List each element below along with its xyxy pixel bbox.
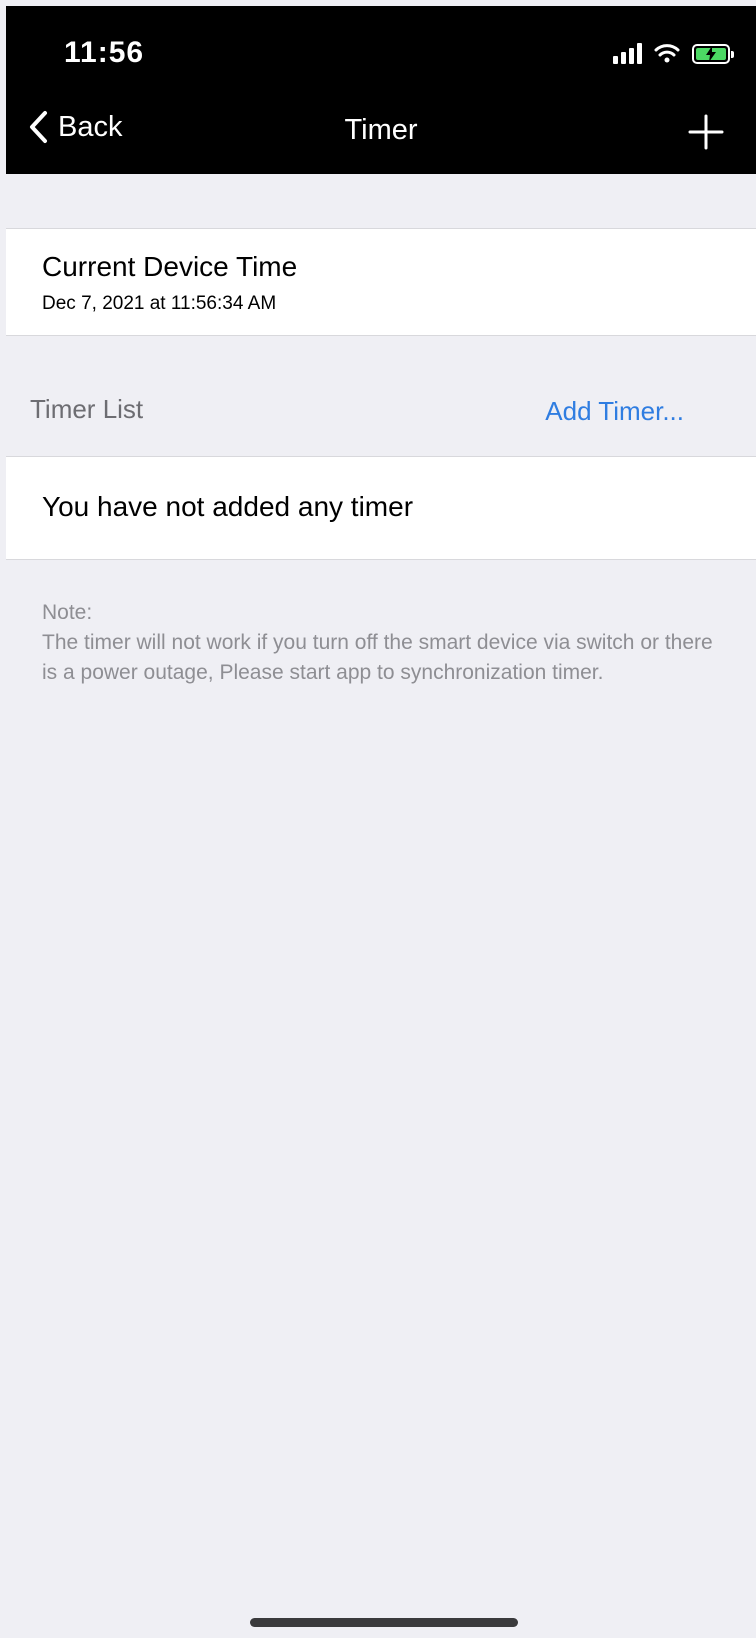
add-timer-link[interactable]: Add Timer... (545, 396, 684, 427)
timer-list-label: Timer List (30, 394, 144, 424)
current-device-time-title: Current Device Time (42, 251, 298, 282)
plus-icon[interactable] (688, 114, 724, 150)
top-bar: 11:56 Back Timer (6, 6, 756, 174)
note-heading: Note: (42, 601, 93, 624)
status-time: 11:56 (64, 36, 145, 69)
home-indicator[interactable] (250, 1618, 518, 1627)
signal-icon (613, 42, 642, 64)
timer-screen: 11:56 Back Timer Current Device Time Dec… (6, 6, 756, 1638)
page-title: Timer (344, 114, 418, 146)
current-device-time-cell: Current Device Time Dec 7, 2021 at 11:56… (6, 228, 756, 336)
battery-charging-icon (692, 44, 734, 64)
current-device-time-value: Dec 7, 2021 at 11:56:34 AM (42, 293, 277, 314)
empty-timer-cell: You have not added any timer (6, 456, 756, 560)
status-icons (613, 42, 734, 64)
note: Note: The timer will not work if you tur… (42, 598, 722, 688)
wifi-icon (654, 44, 680, 63)
note-body: The timer will not work if you turn off … (42, 631, 713, 684)
empty-timer-message: You have not added any timer (42, 491, 414, 522)
timer-list-header: Timer List Add Timer... (6, 336, 756, 456)
